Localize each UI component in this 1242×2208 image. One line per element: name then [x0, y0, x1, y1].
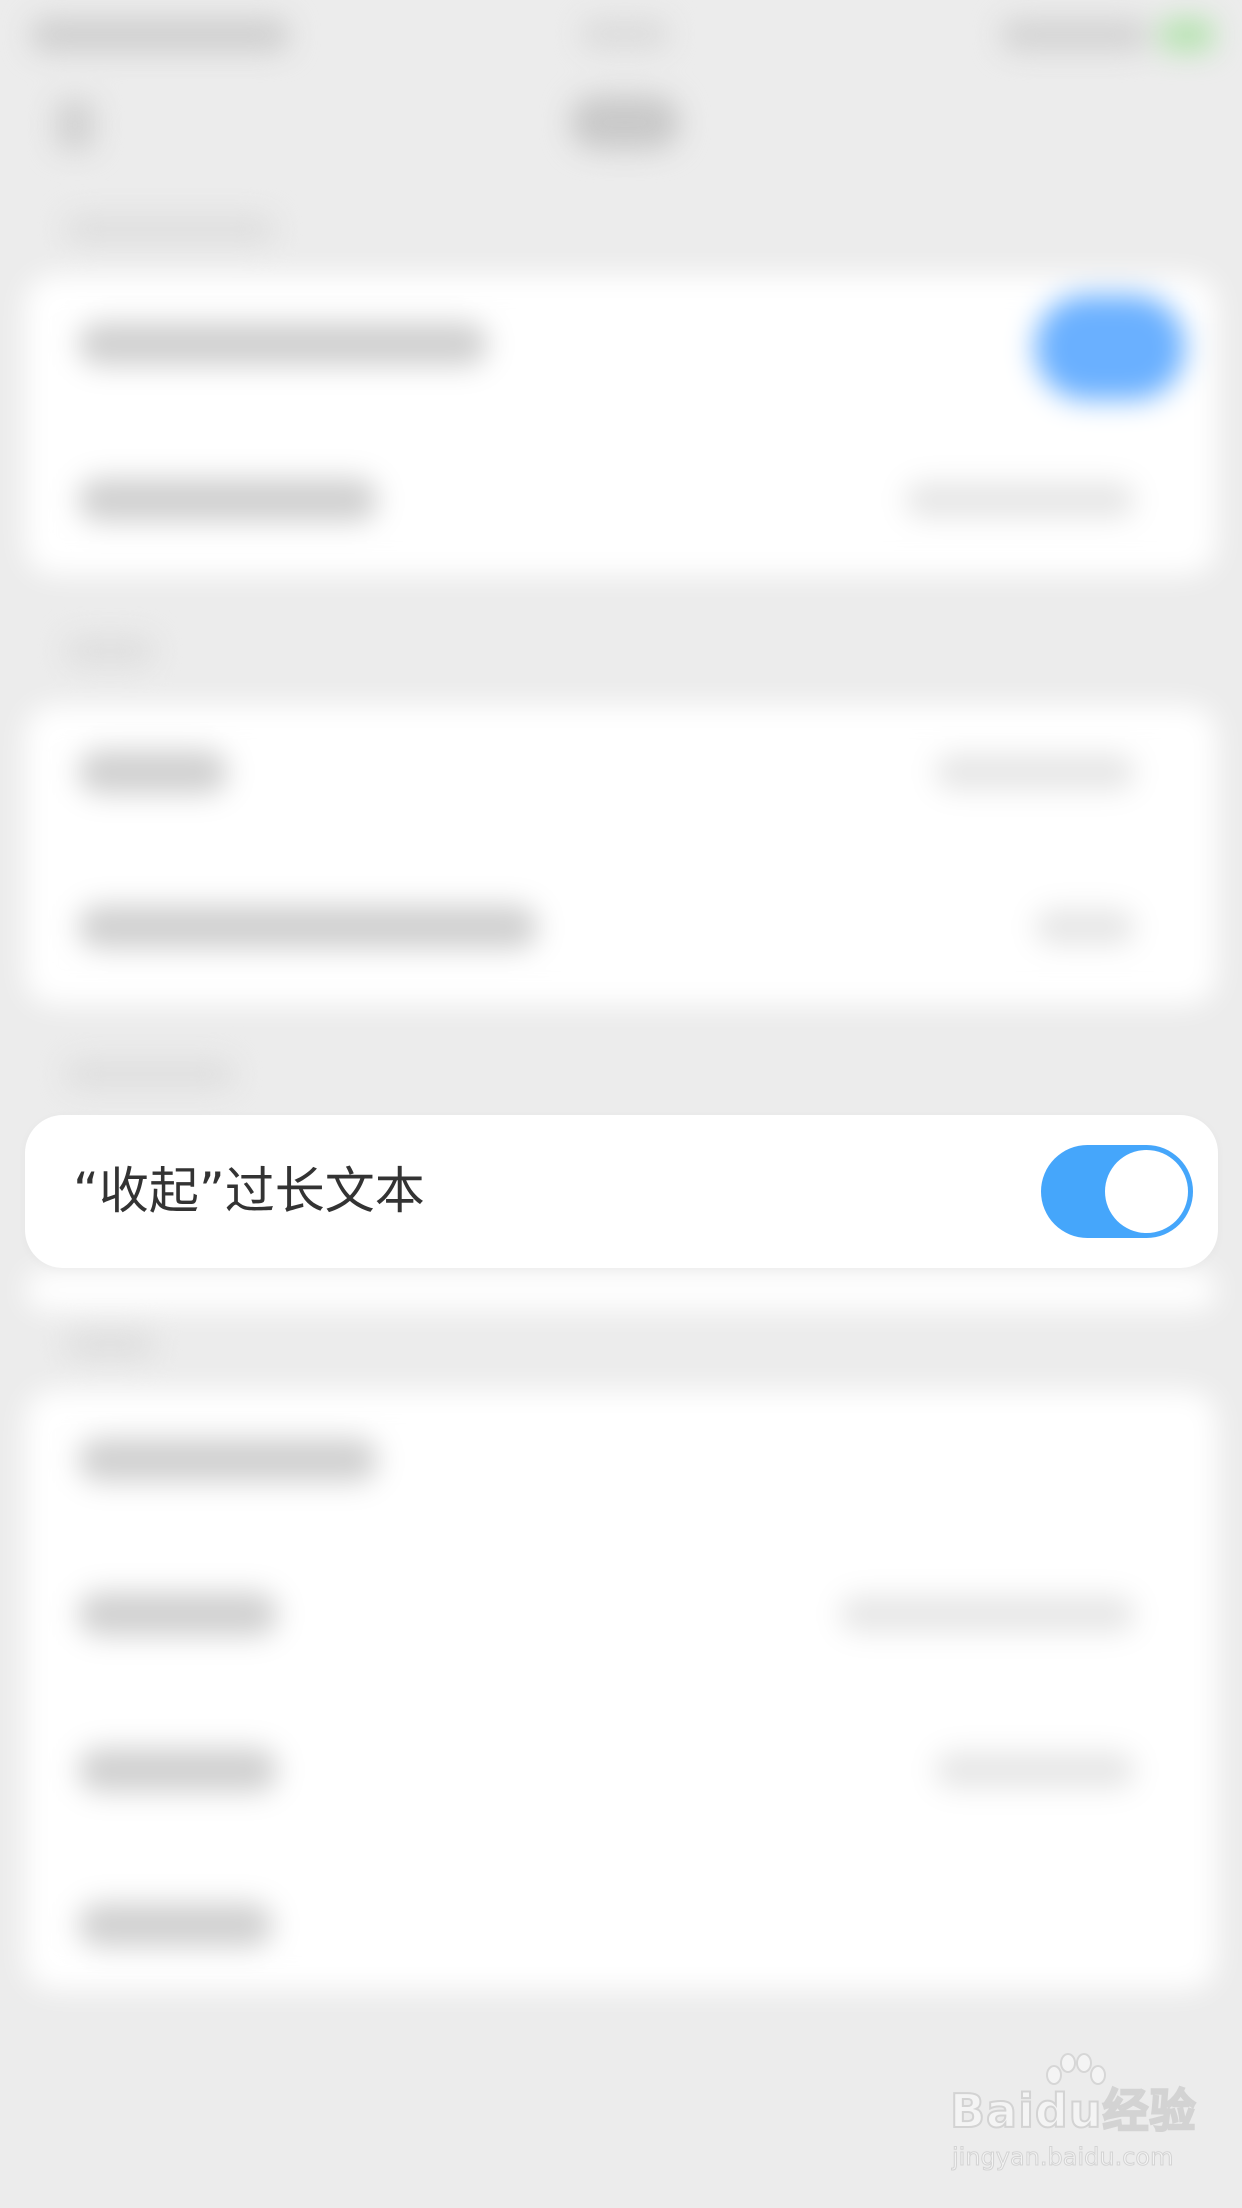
- row-label-placeholder: [78, 478, 378, 522]
- watermark-brand: Baidu经验: [949, 2083, 1197, 2139]
- battery-icon: [1160, 18, 1214, 52]
- row-label-placeholder: [78, 1903, 273, 1947]
- back-arrow-icon: [55, 100, 95, 150]
- row-value-placeholder: [840, 1596, 1135, 1632]
- row-label-placeholder: [78, 322, 488, 366]
- row-value-placeholder: [1035, 909, 1135, 945]
- row-label-placeholder: [78, 905, 538, 949]
- row-value-placeholder: [935, 1752, 1135, 1788]
- setting-label: “收起”过长文本: [73, 1162, 425, 1220]
- status-bar-left: [30, 18, 290, 52]
- section-header-placeholder: [65, 215, 275, 243]
- collapse-long-text-setting-row: “收起”过长文本: [25, 1115, 1218, 1268]
- row-label-placeholder: [78, 750, 228, 794]
- settings-card-placeholder: [25, 275, 1217, 575]
- section-header-placeholder: [65, 1060, 235, 1088]
- baidu-jingyan-watermark: Baidu经验 jingyan.baidu.com: [949, 2053, 1197, 2185]
- row-label-placeholder: [78, 1438, 378, 1482]
- status-bar-right: [1000, 18, 1150, 52]
- section-header-placeholder: [65, 1330, 155, 1358]
- collapse-long-text-toggle[interactable]: [1041, 1145, 1193, 1238]
- row-value-placeholder: [935, 754, 1135, 790]
- status-bar-time: [580, 18, 670, 50]
- nav-title-placeholder: [570, 95, 680, 150]
- watermark-site: jingyan.baidu.com: [951, 2143, 1174, 2172]
- row-label-placeholder: [78, 1748, 278, 1792]
- row-value-placeholder: [905, 482, 1135, 518]
- row-label-placeholder: [78, 1592, 278, 1636]
- toggle-knob-icon: [1105, 1150, 1188, 1233]
- section-header-placeholder: [65, 637, 155, 665]
- blurred-background: [0, 0, 1242, 2208]
- settings-card-placeholder: [25, 1270, 1217, 1310]
- background-toggle-placeholder: [1035, 295, 1185, 400]
